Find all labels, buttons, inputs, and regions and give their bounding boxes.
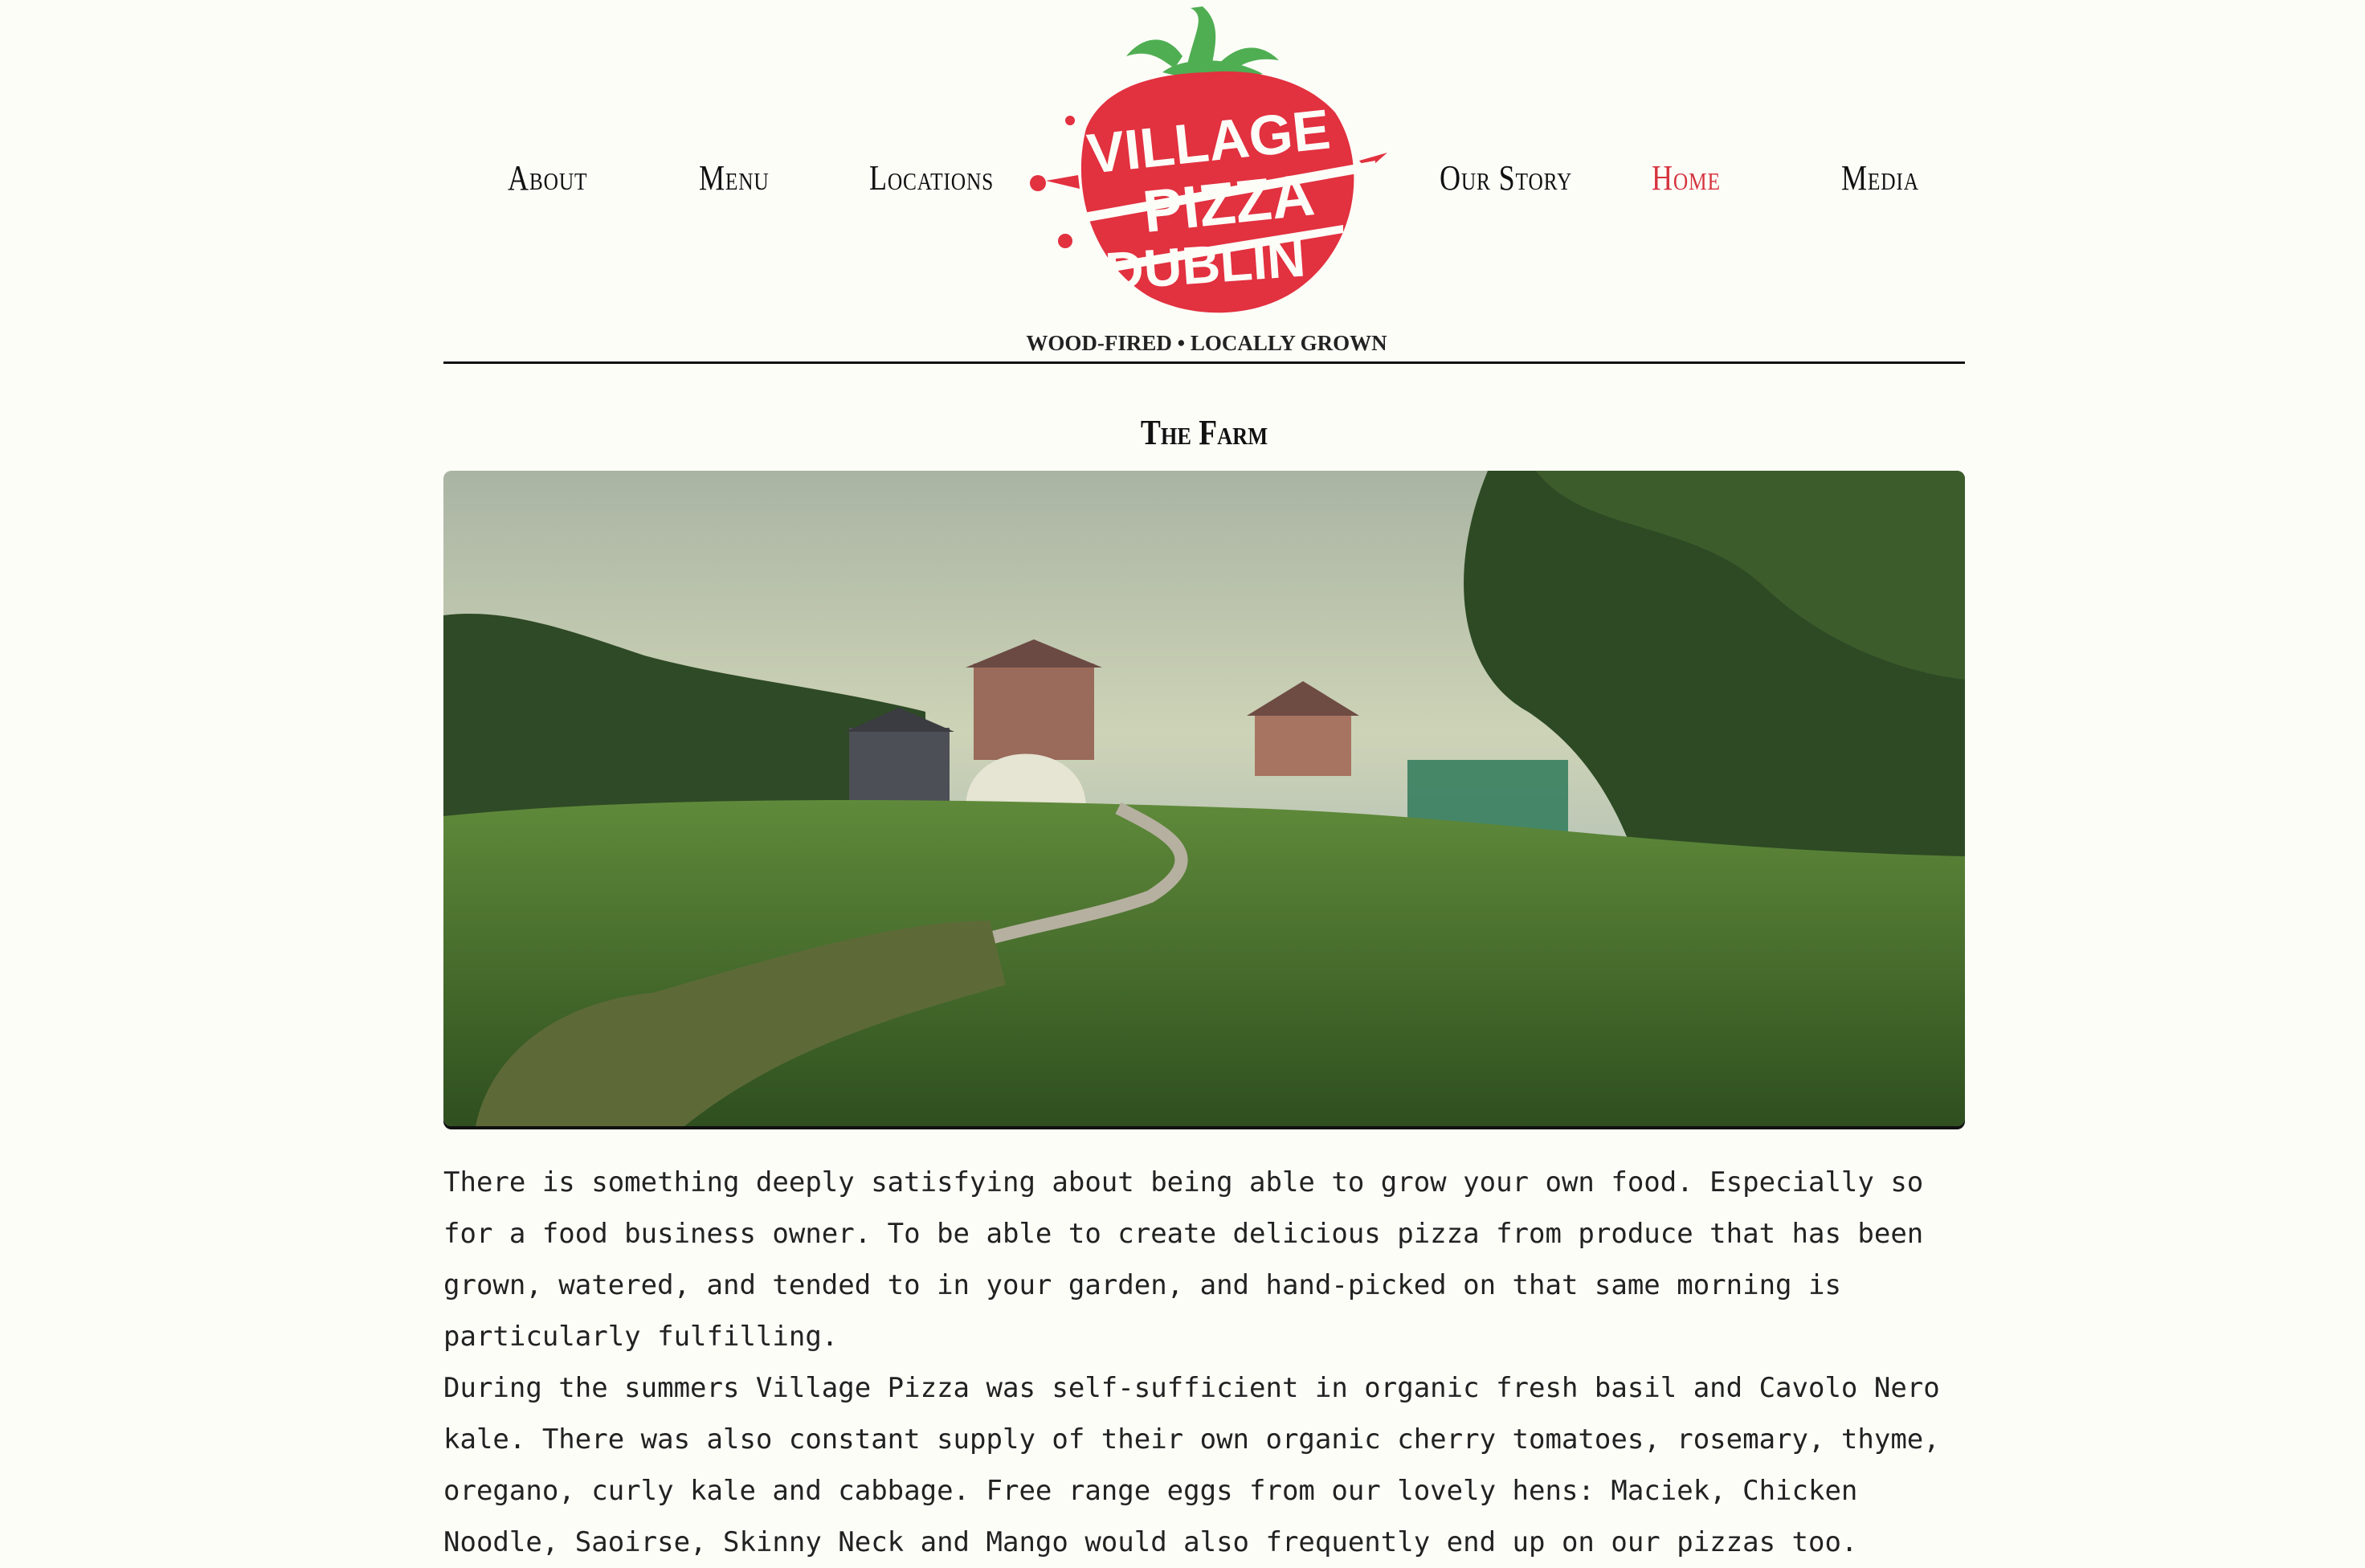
nav-home[interactable]: Home (1652, 157, 1721, 198)
page-wrapper: About Menu Locations VILLAGE PIZZA DUBLI… (443, 0, 1965, 1558)
nav-menu[interactable]: Menu (699, 157, 770, 198)
paragraph: During the summers Village Pizza was sel… (443, 1372, 1940, 1558)
logo-tagline: WOOD-FIRED • LOCALLY GROWN (1026, 331, 1387, 355)
page-title: The Farm (1140, 413, 1268, 453)
village-pizza-logo[interactable]: VILLAGE PIZZA DUBLIN WOOD-FIRED • LOCALL… (1022, 0, 1391, 361)
nav-our-story[interactable]: Our Story (1440, 157, 1572, 198)
nav-about[interactable]: About (508, 157, 587, 198)
header-divider (443, 361, 1965, 364)
paragraph: There is something deeply satisfying abo… (443, 1166, 1924, 1353)
nav-media[interactable]: Media (1841, 157, 1919, 198)
nav-locations[interactable]: Locations (869, 157, 994, 198)
farm-garden-photo (443, 471, 1965, 1126)
site-header: About Menu Locations VILLAGE PIZZA DUBLI… (443, 0, 1965, 364)
article-body: There is something deeply satisfying abo… (443, 1157, 1965, 1568)
